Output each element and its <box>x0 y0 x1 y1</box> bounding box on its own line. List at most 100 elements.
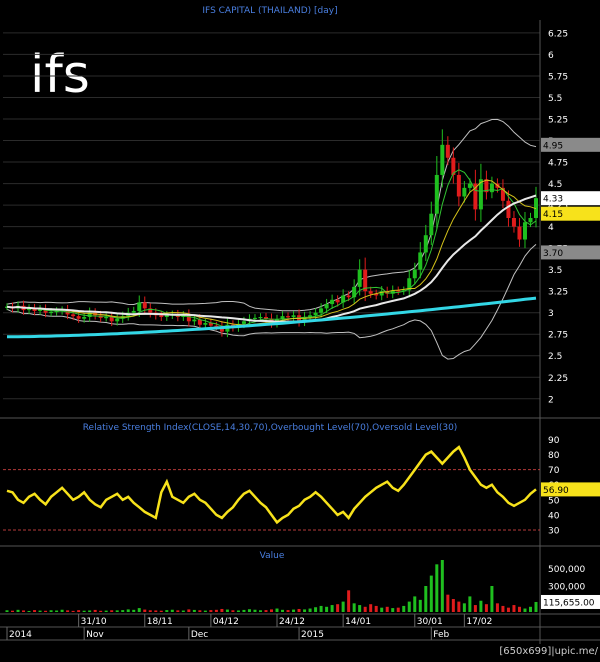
candle-body <box>324 304 329 309</box>
value-bar <box>165 610 169 612</box>
rsi-tick-label: 80 <box>548 451 560 461</box>
candle-body <box>252 317 257 320</box>
value-bar <box>286 610 290 612</box>
value-bar <box>44 610 48 612</box>
value-bar <box>159 610 163 612</box>
value-bar <box>347 590 351 612</box>
price-tick-label: 6 <box>548 51 554 61</box>
value-bar <box>49 610 53 612</box>
price-tick-label: 2.25 <box>548 374 568 384</box>
candle-body <box>434 174 439 214</box>
value-bar <box>319 605 323 612</box>
price-tag-label: 3.70 <box>543 249 563 259</box>
value-bar <box>407 601 411 612</box>
rsi-title: Relative Strength Index(CLOSE,14,30,70),… <box>83 423 458 433</box>
value-bar <box>484 604 488 612</box>
value-bar <box>275 608 279 612</box>
value-bar <box>126 609 130 612</box>
candle-body <box>423 235 428 253</box>
price-tick-label: 4 <box>548 223 554 233</box>
rsi-tick-label: 90 <box>548 436 560 446</box>
value-bar <box>60 609 64 612</box>
candle-body <box>192 319 197 322</box>
x-tick-label: Nov <box>86 630 104 640</box>
value-bar <box>270 609 273 612</box>
value-bar <box>115 610 119 612</box>
rsi-tick-label: 70 <box>548 466 560 476</box>
value-bar <box>132 609 136 612</box>
value-bar <box>143 609 147 612</box>
rsi-tick-label: 30 <box>548 526 560 536</box>
candle-body <box>131 310 136 313</box>
value-bar <box>137 608 141 612</box>
x-tick-label: Dec <box>191 630 208 640</box>
value-tick-label: 500,000 <box>548 565 585 575</box>
candle-body <box>76 316 81 319</box>
value-bar <box>501 605 505 612</box>
candle-body <box>418 252 423 270</box>
value-bar <box>187 609 191 612</box>
value-bar <box>181 610 185 612</box>
price-tag-label: 4.95 <box>543 141 563 151</box>
value-bar <box>473 605 477 612</box>
value-bar <box>490 586 494 612</box>
stock-chart: IFS CAPITAL (THAILAND) [day] ifs 6.2565.… <box>0 0 600 662</box>
value-bar <box>314 607 318 612</box>
price-tag-label: 4.33 <box>543 195 563 205</box>
price-tick-label: 2.5 <box>548 352 562 362</box>
value-bar <box>121 610 125 612</box>
value-bar <box>209 610 213 612</box>
candle-body <box>82 317 87 319</box>
value-bar <box>512 605 516 612</box>
value-bar <box>363 606 367 612</box>
candle-body <box>137 302 142 311</box>
candle-body <box>335 299 340 303</box>
value-bar <box>93 609 97 612</box>
price-tick-label: 4.75 <box>548 159 568 169</box>
price-tick-label: 5.5 <box>548 94 562 104</box>
value-bar <box>71 610 75 612</box>
value-bar <box>99 610 103 612</box>
value-bar <box>479 600 483 612</box>
value-bar <box>517 606 521 612</box>
value-bar <box>154 610 158 612</box>
candle-body <box>104 317 109 319</box>
value-bar <box>82 610 86 612</box>
price-tag-label: 4.15 <box>543 210 563 220</box>
value-bar <box>264 610 268 612</box>
watermark: [650x699]|upic.me/ <box>499 646 598 657</box>
x-tick-label: 14/01 <box>345 617 371 627</box>
value-bar <box>203 610 207 612</box>
candle-body <box>330 299 335 305</box>
candle-body <box>517 226 522 240</box>
value-bar <box>297 608 301 612</box>
value-bar <box>325 606 329 612</box>
value-bar <box>457 601 461 612</box>
candle-body <box>528 218 533 223</box>
candle-body <box>49 311 54 314</box>
candle-body <box>203 323 208 325</box>
candle-body <box>445 144 450 158</box>
x-tick-label: 24/12 <box>279 617 305 627</box>
value-bar <box>336 604 340 612</box>
value-bar <box>242 609 246 612</box>
value-bar <box>446 594 450 612</box>
value-bar <box>192 609 196 612</box>
value-tag: 115,655.00 <box>541 594 600 609</box>
value-bar <box>451 599 455 612</box>
value-tag-label: 115,655.00 <box>543 598 595 608</box>
value-bar <box>440 560 444 612</box>
value-bar <box>247 609 251 612</box>
value-bar <box>231 610 235 612</box>
value-bar <box>253 609 257 612</box>
value-bar <box>110 610 114 612</box>
candle-body <box>159 315 164 317</box>
rsi-tag-label: 56.90 <box>543 486 569 496</box>
value-bar <box>66 610 70 612</box>
value-bar <box>391 608 395 612</box>
value-bar <box>462 603 466 612</box>
value-bar <box>104 610 108 612</box>
value-bar <box>5 610 9 612</box>
price-tick-label: 5.25 <box>548 116 568 126</box>
x-tick-label: 17/02 <box>466 617 492 627</box>
